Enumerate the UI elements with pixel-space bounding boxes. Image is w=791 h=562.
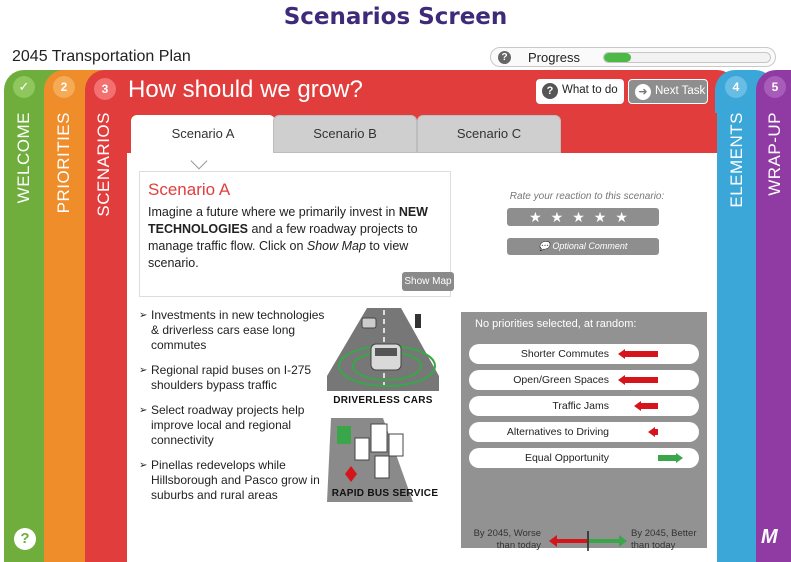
scenario-description: Scenario A Imagine a future where we pri…	[139, 171, 454, 297]
optional-comment-label: Optional Comment	[552, 241, 628, 251]
optional-comment-button[interactable]: 💬 Optional Comment	[507, 238, 659, 255]
priority-item-shorter-commutes: Shorter Commutes	[469, 344, 699, 364]
list-item: Regional rapid buses on I-275 shoulders …	[139, 363, 329, 393]
list-item: Select roadway projects help improve loc…	[139, 403, 329, 448]
arrow-right-icon: ➜	[635, 84, 651, 100]
priority-arrow-shape	[618, 375, 658, 385]
impact-legend: By 2045, Worse than today By 2045, Bette…	[461, 526, 707, 562]
show-map-button[interactable]: Show Map	[402, 272, 454, 291]
what-to-do-label: What to do	[562, 84, 618, 96]
priority-arrow-shape	[618, 349, 658, 359]
step-number-wrapup: 5	[764, 76, 786, 98]
page-title: How should we grow?	[128, 76, 363, 103]
panel-label-welcome: WELCOME	[14, 112, 33, 204]
priorities-panel: No priorities selected, at random: Short…	[461, 312, 707, 548]
panel-label-priorities: PRIORITIES	[54, 112, 73, 214]
priority-arrow-shape	[634, 401, 658, 411]
priority-item-alternatives-to-driving: Alternatives to Driving	[469, 422, 699, 442]
list-item: Pinellas redevelops while Hillsborough a…	[139, 458, 329, 503]
progress-fill	[604, 53, 631, 62]
step-number-scenarios: 3	[94, 78, 116, 100]
priority-arrow-shape	[658, 453, 683, 463]
priority-label: Alternatives to Driving	[506, 426, 609, 438]
scenario-content: Scenario A Scenario B Scenario C Scenari…	[127, 113, 717, 562]
driverless-cars-label: DRIVERLESS CARS	[333, 395, 433, 406]
priority-label: Shorter Commutes	[520, 348, 609, 360]
next-task-label: Next Task	[655, 85, 706, 97]
screen-title: Scenarios Screen	[283, 4, 508, 30]
rating-label: Rate your reaction to this scenario:	[509, 191, 665, 202]
rapid-bus-label: RAPID BUS SERVICE	[331, 488, 439, 499]
help-icon[interactable]: ?	[498, 51, 511, 64]
list-item: Investments in new technologies & driver…	[139, 308, 329, 353]
scenario-description-text: Imagine a future where we primarily inve…	[148, 205, 428, 270]
priority-label: Open/Green Spaces	[513, 374, 609, 386]
progress-track	[603, 52, 771, 63]
scenario-illustrations: DRIVERLESS CARS RAPID BUS SERVICE	[327, 306, 439, 502]
scenario-tabs: Scenario A Scenario B Scenario C	[127, 113, 717, 153]
priority-item-equal-opportunity: Equal Opportunity	[469, 448, 699, 468]
what-to-do-button[interactable]: ? What to do	[536, 79, 624, 104]
progress-label: Progress	[528, 50, 581, 65]
brand-logo: M	[761, 526, 778, 548]
legend-scale-icon	[549, 531, 627, 551]
priority-arrow	[618, 375, 658, 385]
priority-arrow	[648, 427, 658, 437]
priority-arrow	[634, 401, 658, 411]
tab-scenario-a[interactable]: Scenario A	[131, 115, 275, 153]
priority-label: Traffic Jams	[552, 400, 609, 412]
panel-label-scenarios: SCENARIOS	[94, 112, 113, 217]
priorities-heading: No priorities selected, at random:	[475, 318, 637, 330]
scenario-bullets: Investments in new technologies & driver…	[139, 308, 329, 513]
next-task-button[interactable]: ➜ Next Task	[628, 79, 708, 104]
app-title: 2045 Transportation Plan	[12, 48, 191, 65]
panel-label-elements: ELEMENTS	[727, 112, 746, 208]
step-number-priorities: 2	[53, 76, 75, 98]
star-rating[interactable]: ★★★★★	[507, 208, 659, 226]
step-number-elements: 4	[725, 76, 747, 98]
check-icon: ✓	[13, 76, 35, 98]
panel-label-wrapup: WRAP-UP	[765, 112, 784, 196]
top-bar: 2045 Transportation Plan ? Progress	[0, 44, 791, 70]
priority-label: Equal Opportunity	[524, 452, 609, 464]
scenario-title: Scenario A	[148, 180, 231, 199]
priority-item-traffic-jams: Traffic Jams	[469, 396, 699, 416]
legend-better: By 2045, Better than today	[631, 528, 697, 551]
progress-widget: ? Progress	[490, 47, 776, 67]
tab-scenario-c[interactable]: Scenario C	[417, 115, 561, 153]
rating-section: Rate your reaction to this scenario: ★★★…	[467, 173, 707, 261]
help-button[interactable]: ?	[14, 528, 36, 550]
priority-arrow-shape	[648, 427, 658, 437]
priority-item-open-green-spaces: Open/Green Spaces	[469, 370, 699, 390]
question-icon: ?	[542, 83, 558, 99]
priority-arrow	[618, 349, 658, 359]
panel-wrapup[interactable]: 5 WRAP-UP	[756, 70, 791, 562]
tab-pointer	[190, 152, 208, 170]
legend-worse: By 2045, Worse than today	[473, 528, 541, 551]
priority-arrow	[658, 453, 683, 463]
tab-scenario-b[interactable]: Scenario B	[273, 115, 417, 153]
